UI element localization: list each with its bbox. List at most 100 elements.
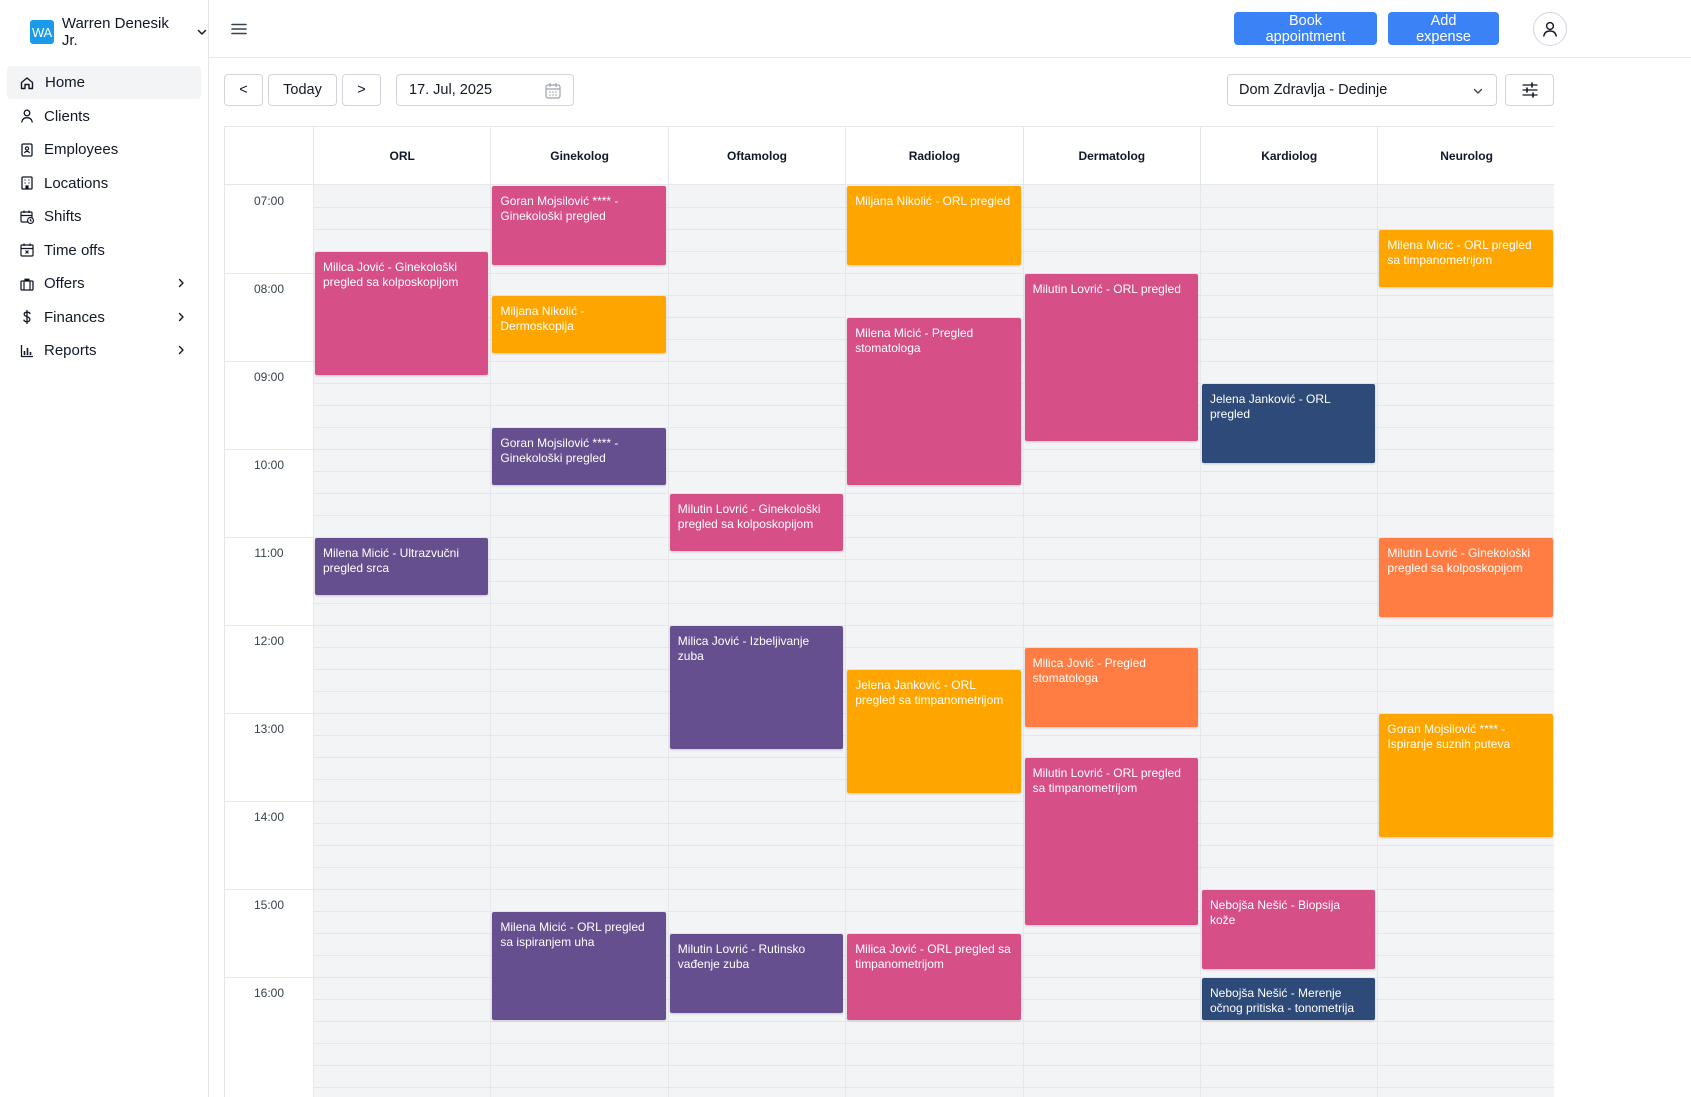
hour-divider xyxy=(225,361,313,362)
user-name: Warren Denesik Jr. xyxy=(61,15,169,49)
appointment-event[interactable]: Goran Mojsilović **** - Ginekološki preg… xyxy=(492,186,666,265)
sidebar-item-label: Reports xyxy=(44,342,97,359)
date-value: 17. Jul, 2025 xyxy=(409,82,493,98)
appointment-event[interactable]: Milutin Lovrić - ORL pregled sa timpanom… xyxy=(1024,758,1198,925)
appointment-event[interactable]: Milutin Lovrić - Rutinsko vađenje zuba xyxy=(669,934,844,1013)
column-divider xyxy=(490,185,492,1097)
slot-line xyxy=(313,515,1554,516)
sidebar: WA Warren Denesik Jr. Home Clients Employe… xyxy=(0,0,209,1097)
time-label: 12:00 xyxy=(253,634,285,648)
user-initials-avatar: WA xyxy=(30,20,54,44)
sidebar-item-time-offs[interactable]: Time offs xyxy=(7,234,201,267)
sidebar-item-home[interactable]: Home xyxy=(7,66,201,99)
slot-line xyxy=(313,1043,1554,1044)
appointment-event[interactable]: Milutin Lovrić - Ginekološki pregled sa … xyxy=(669,494,844,551)
date-picker-input[interactable]: 17. Jul, 2025 xyxy=(396,74,574,106)
sidebar-item-reports[interactable]: Reports xyxy=(7,334,201,367)
appointment-event[interactable]: Milena Micić - Pregled stomatologa xyxy=(847,318,1021,485)
time-label: 15:00 xyxy=(253,898,285,912)
column-divider xyxy=(1377,185,1379,1097)
appointment-title: Milena Micić - ORL pregled sa timpanomet… xyxy=(1387,238,1532,267)
calendar-grid[interactable]: Milica Jović - Ginekološki pregled sa ko… xyxy=(313,185,1554,1097)
appointment-title: Miljana Nikolić - ORL pregled xyxy=(855,194,1011,208)
sidebar-item-label: Employees xyxy=(44,141,119,158)
sidebar-item-locations[interactable]: Locations xyxy=(7,167,201,200)
calendar-column-headers: ORL Ginekolog Oftamolog Radiolog Dermatolog K… xyxy=(225,127,1554,185)
sidebar-item-finances[interactable]: Finances xyxy=(7,301,201,334)
slot-line xyxy=(313,559,1554,560)
column-divider xyxy=(845,185,847,1097)
column-divider xyxy=(1200,185,1201,1097)
sidebar-item-label: Home xyxy=(45,74,86,91)
column-divider xyxy=(667,185,669,1097)
appointment-title: Goran Mojsilović **** - Ispiranje suznih… xyxy=(1387,722,1511,751)
day-calendar: ORL Ginekolog Oftamolog Radiolog Dermatolog K… xyxy=(224,126,1554,1097)
appointment-event[interactable]: Jelena Janković - ORL pregled sa timpano… xyxy=(847,670,1021,793)
slot-line xyxy=(313,845,1554,846)
appointment-title: Milena Micić - Ultrazvučni pregled srca xyxy=(323,546,460,575)
dollar-icon xyxy=(23,309,31,325)
location-value: Dom Zdravlja - Dedinje xyxy=(1239,82,1388,98)
appointment-event[interactable]: Miljana Nikolić - Dermoskopija xyxy=(492,296,666,353)
appointment-title: Milena Micić - ORL pregled sa ispiranjem… xyxy=(500,920,645,949)
appointment-event[interactable]: Milena Micić - Ultrazvučni pregled srca xyxy=(315,538,489,595)
id-badge-icon xyxy=(21,142,33,157)
column-header: Ginekolog xyxy=(490,127,667,185)
column-header: Dermatolog xyxy=(1022,127,1200,185)
appointment-event[interactable]: Milutin Lovrić - ORL pregled xyxy=(1024,274,1198,441)
appointment-event[interactable]: Milutin Lovrić - Ginekološki pregled sa … xyxy=(1379,538,1553,617)
user-profile-button[interactable] xyxy=(1533,12,1567,46)
appointment-title: Jelena Janković - ORL pregled sa timpano… xyxy=(855,678,1004,707)
sidebar-item-employees[interactable]: Employees xyxy=(7,133,201,166)
appointment-title: Milena Micić - Pregled stomatologa xyxy=(855,326,974,355)
calendar-clock-icon xyxy=(20,210,35,224)
sliders-icon xyxy=(1521,82,1538,98)
slot-line xyxy=(313,537,1554,538)
sidebar-item-shifts[interactable]: Shifts xyxy=(7,200,201,233)
bar-chart-icon xyxy=(20,344,33,357)
user-switcher[interactable]: WA Warren Denesik Jr. xyxy=(30,15,208,49)
appointment-title: Milica Jović - Pregled stomatologa xyxy=(1032,656,1146,685)
location-select[interactable]: Dom Zdravlja - Dedinje xyxy=(1227,74,1497,106)
column-header: ORL xyxy=(313,127,490,185)
appointment-title: Milica Jović - ORL pregled sa timpanomet… xyxy=(855,942,1011,971)
appointment-event[interactable]: Nebojša Nešić - Merenje očnog pritiska -… xyxy=(1202,978,1376,1020)
chevron-right-icon xyxy=(178,312,184,321)
appointment-event[interactable]: Milica Jović - Izbeljivanje zuba xyxy=(669,626,844,749)
appointment-event[interactable]: Nebojša Nešić - Biopsija kože xyxy=(1202,890,1376,969)
filter-settings-button[interactable] xyxy=(1505,74,1554,106)
appointment-event[interactable]: Milica Jović - ORL pregled sa timpanomet… xyxy=(847,934,1021,1020)
appointment-title: Milutin Lovrić - Rutinsko vađenje zuba xyxy=(677,942,806,971)
top-bar: Book appointment Add expense xyxy=(209,0,1691,58)
slot-line xyxy=(313,823,1554,824)
today-button[interactable]: Today xyxy=(268,74,337,106)
appointment-event[interactable]: Goran Mojsilović **** - Ginekološki preg… xyxy=(492,428,666,485)
chevron-right-icon xyxy=(178,278,184,288)
calendar-icon[interactable] xyxy=(544,82,562,100)
appointment-event[interactable]: Goran Mojsilović **** - Ispiranje suznih… xyxy=(1379,714,1553,837)
appointment-event[interactable]: Milica Jović - Pregled stomatologa xyxy=(1024,648,1198,727)
appointment-title: Jelena Janković - ORL pregled xyxy=(1210,392,1331,421)
book-appointment-button[interactable]: Book appointment xyxy=(1234,12,1377,45)
time-label: 09:00 xyxy=(253,370,285,384)
chevron-right-icon xyxy=(178,345,184,355)
next-day-button[interactable]: > xyxy=(342,74,381,106)
appointment-event[interactable]: Milica Jović - Ginekološki pregled sa ko… xyxy=(315,252,489,375)
appointment-event[interactable]: Jelena Janković - ORL pregled xyxy=(1202,384,1376,463)
appointment-title: Milutin Lovrić - ORL pregled sa timpanom… xyxy=(1032,766,1181,795)
appointment-event[interactable]: Milena Micić - ORL pregled sa timpanomet… xyxy=(1379,230,1553,287)
add-expense-button[interactable]: Add expense xyxy=(1388,12,1499,45)
hamburger-menu-icon[interactable] xyxy=(229,19,249,39)
slot-line xyxy=(313,801,1554,802)
sidebar-item-offers[interactable]: Offers xyxy=(7,267,201,300)
calendar-x-icon xyxy=(20,243,34,257)
appointment-event[interactable]: Milena Micić - ORL pregled sa ispiranjem… xyxy=(492,912,666,1020)
appointment-title: Milica Jović - Izbeljivanje zuba xyxy=(677,634,810,663)
appointment-event[interactable]: Miljana Nikolić - ORL pregled xyxy=(847,186,1021,265)
hour-divider xyxy=(225,273,313,274)
sidebar-nav: Home Clients Employees Locations Shifts Time … xyxy=(7,66,201,368)
sidebar-item-clients[interactable]: Clients xyxy=(7,100,201,133)
user-icon xyxy=(1543,21,1557,37)
time-label: 10:00 xyxy=(253,458,285,472)
previous-day-button[interactable]: < xyxy=(224,74,263,106)
